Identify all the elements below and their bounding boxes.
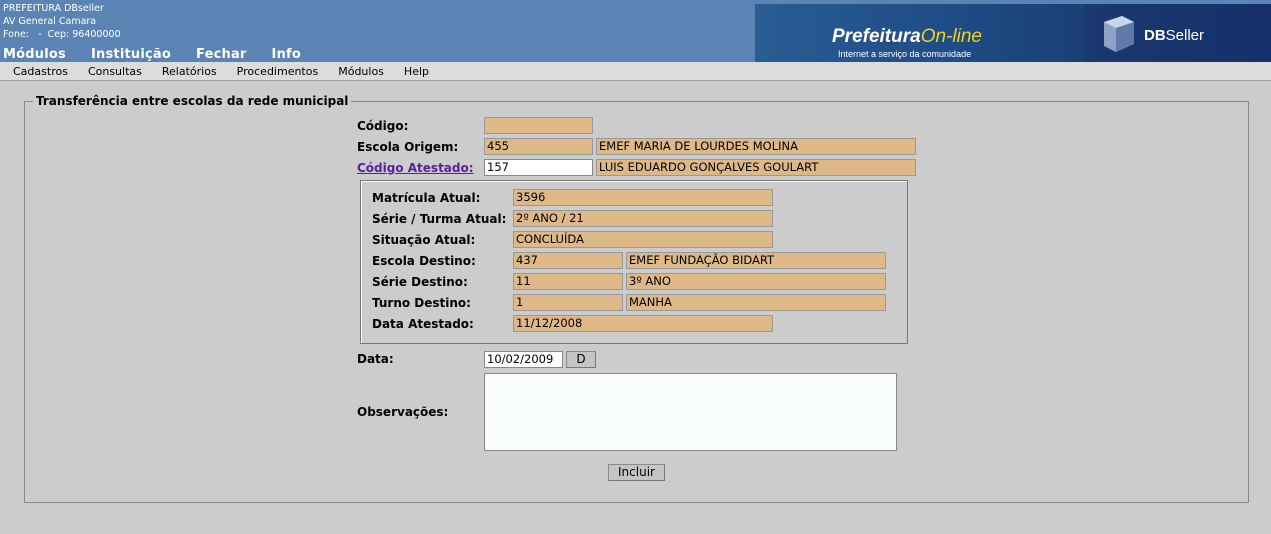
serie-turma-atual-field: 2º ANO / 21 bbox=[513, 210, 773, 227]
matricula-atual-field: 3596 bbox=[513, 189, 773, 206]
brand-banner: PrefeituraOn-line Internet a serviço da … bbox=[755, 4, 1271, 62]
org-name: PREFEITURA DBseller bbox=[3, 3, 104, 14]
situacao-atual-field: CONCLUÍDA bbox=[513, 231, 773, 248]
dbseller-wordmark: DBSeller bbox=[1144, 27, 1205, 44]
menu-consultas[interactable]: Consultas bbox=[88, 65, 142, 78]
serie-destino-label: Série Destino: bbox=[372, 275, 468, 289]
institution-info: PREFEITURA DBseller AV General Camara Fo… bbox=[3, 2, 121, 41]
top-menu-fechar[interactable]: Fechar bbox=[196, 47, 247, 62]
top-menu: Módulos Instituição Fechar Info bbox=[3, 47, 326, 62]
escola-destino-label: Escola Destino: bbox=[372, 254, 476, 268]
data-atestado-field: 11/12/2008 bbox=[513, 315, 773, 332]
situacao-atual-label: Situação Atual: bbox=[372, 233, 476, 247]
banner-tagline: Internet a serviço da comunidade bbox=[838, 49, 972, 59]
matricula-atual-label: Matrícula Atual: bbox=[372, 191, 481, 205]
observacoes-label: Observações: bbox=[357, 405, 449, 419]
prefeitura-online-logo: PrefeituraOn-line bbox=[832, 26, 982, 47]
data-input[interactable]: 10/02/2009 bbox=[484, 351, 563, 368]
turno-destino-label: Turno Destino: bbox=[372, 296, 471, 310]
data-label: Data: bbox=[357, 352, 394, 366]
menu-bar: Cadastros Consultas Relatórios Procedime… bbox=[0, 62, 1271, 81]
menu-cadastros[interactable]: Cadastros bbox=[13, 65, 68, 78]
org-phone: Fone: - Cep: 96400000 bbox=[3, 29, 121, 40]
codigo-label: Código: bbox=[357, 119, 409, 133]
escola-destino-code-field: 437 bbox=[513, 252, 623, 269]
serie-destino-name-field: 3º ANO bbox=[626, 273, 886, 290]
menu-modulos[interactable]: Módulos bbox=[338, 65, 384, 78]
turno-destino-code-field: 1 bbox=[513, 294, 623, 311]
menu-relatorios[interactable]: Relatórios bbox=[162, 65, 217, 78]
escola-origem-label: Escola Origem: bbox=[357, 140, 459, 154]
top-menu-info[interactable]: Info bbox=[272, 47, 301, 62]
escola-destino-name-field: EMEF FUNDAÇÃO BIDART bbox=[626, 252, 886, 269]
codigo-atestado-input[interactable]: 157 bbox=[484, 159, 593, 176]
org-address: AV General Camara bbox=[3, 16, 97, 27]
codigo-field bbox=[484, 117, 593, 134]
turno-destino-name-field: MANHA bbox=[626, 294, 886, 311]
incluir-button[interactable]: Incluir bbox=[608, 464, 665, 481]
escola-origem-code-field: 455 bbox=[484, 138, 593, 155]
top-menu-instituicao[interactable]: Instituição bbox=[91, 47, 171, 62]
dbseller-logo-icon bbox=[1104, 16, 1134, 52]
serie-turma-atual-label: Série / Turma Atual: bbox=[372, 212, 507, 226]
codigo-atestado-link[interactable]: Código Atestado: bbox=[357, 161, 474, 175]
top-menu-modulos[interactable]: Módulos bbox=[3, 47, 66, 62]
menu-procedimentos[interactable]: Procedimentos bbox=[237, 65, 319, 78]
data-atestado-label: Data Atestado: bbox=[372, 317, 474, 331]
date-picker-button[interactable]: D bbox=[566, 351, 596, 368]
form-legend: Transferência entre escolas da rede muni… bbox=[33, 94, 352, 108]
escola-origem-name-field: EMEF MARIA DE LOURDES MOLINA bbox=[596, 138, 916, 155]
observacoes-textarea[interactable] bbox=[484, 373, 897, 451]
codigo-atestado-name-field: LUIS EDUARDO GONÇALVES GOULART bbox=[596, 159, 916, 176]
menu-help[interactable]: Help bbox=[404, 65, 429, 78]
serie-destino-code-field: 11 bbox=[513, 273, 623, 290]
app-header: PREFEITURA DBseller AV General Camara Fo… bbox=[0, 0, 1271, 62]
